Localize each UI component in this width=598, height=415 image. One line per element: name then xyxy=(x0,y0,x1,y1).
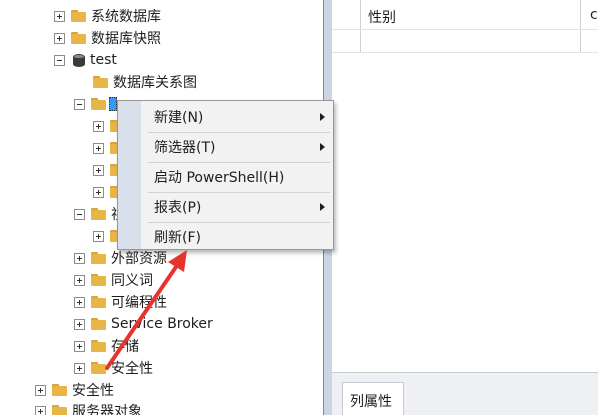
grid-divider xyxy=(332,52,598,53)
tree-node-label: 存储 xyxy=(111,339,139,355)
menu-item-label: 报表(P) xyxy=(154,200,202,216)
tree-node-label: Service Broker xyxy=(111,316,213,332)
expand-icon[interactable] xyxy=(93,186,104,198)
context-menu: 新建(N) 筛选器(T) 启动 PowerShell(H) 报表(P) 刷新(F… xyxy=(117,100,334,250)
tree-node-db-security[interactable]: 安全性 xyxy=(74,357,153,379)
expand-icon[interactable] xyxy=(74,318,85,330)
tree-node-database-diagrams[interactable]: 数据库关系图 xyxy=(87,71,197,93)
expand-icon[interactable] xyxy=(74,362,85,374)
grid-cell-data-type[interactable]: c xyxy=(590,7,598,23)
tree-node-label: 可编程性 xyxy=(111,295,167,311)
menu-item-label: 新建(N) xyxy=(154,110,204,126)
grid-divider xyxy=(332,29,598,30)
tree-node-label: 安全性 xyxy=(72,383,114,399)
collapse-icon[interactable] xyxy=(54,54,65,66)
submenu-arrow-icon xyxy=(320,143,325,151)
tree-node-server-objects[interactable]: 服务器对象 xyxy=(35,400,142,415)
menu-item-label: 启动 PowerShell(H) xyxy=(154,170,285,186)
folder-icon xyxy=(93,76,108,88)
tree-node-test-database[interactable]: test xyxy=(54,49,117,71)
tree-node-label: 数据库快照 xyxy=(91,31,161,47)
tree-node-label: 安全性 xyxy=(111,361,153,377)
menu-item-start-powershell[interactable]: 启动 PowerShell(H) xyxy=(142,163,333,191)
tree-node-synonyms[interactable]: 同义词 xyxy=(74,269,153,291)
menu-item-label: 筛选器(T) xyxy=(154,140,216,156)
tree-node-service-broker[interactable]: Service Broker xyxy=(74,313,213,335)
expand-icon[interactable] xyxy=(74,252,85,264)
tree-node-security[interactable]: 安全性 xyxy=(35,379,114,401)
expand-icon[interactable] xyxy=(74,340,85,352)
folder-icon xyxy=(91,318,106,330)
menu-item-filter[interactable]: 筛选器(T) xyxy=(142,133,333,161)
folder-icon xyxy=(52,405,67,415)
folder-icon xyxy=(91,274,106,286)
tree-node-database-snapshots[interactable]: 数据库快照 xyxy=(54,27,161,49)
tree-node-label: 外部资源 xyxy=(111,251,167,267)
expand-icon[interactable] xyxy=(93,164,104,176)
column-properties-panel: 列属性 xyxy=(332,372,598,415)
folder-icon xyxy=(91,340,106,352)
menu-item-refresh[interactable]: 刷新(F) xyxy=(142,223,333,251)
folder-icon xyxy=(91,208,106,220)
tree-node-label: test xyxy=(90,52,117,68)
expand-icon[interactable] xyxy=(35,384,46,396)
column-grid: 性别 c xyxy=(332,0,598,372)
folder-icon xyxy=(71,10,86,22)
expand-icon[interactable] xyxy=(74,296,85,308)
grid-divider xyxy=(580,0,581,52)
expand-icon[interactable] xyxy=(74,274,85,286)
tree-node-label: 服务器对象 xyxy=(72,404,142,415)
expand-icon[interactable] xyxy=(35,405,46,415)
expand-icon[interactable] xyxy=(93,120,104,132)
tree-node-programmability[interactable]: 可编程性 xyxy=(74,291,167,313)
submenu-arrow-icon xyxy=(320,113,325,121)
tree-node-label: 同义词 xyxy=(111,273,153,289)
expand-icon[interactable] xyxy=(93,142,104,154)
tree-node-label: 系统数据库 xyxy=(91,9,161,25)
tree-node-system-databases[interactable]: 系统数据库 xyxy=(54,5,161,27)
grid-cell-column-name[interactable]: 性别 xyxy=(368,7,396,27)
folder-icon xyxy=(52,384,67,396)
folder-icon xyxy=(71,32,86,44)
menu-icon-gutter xyxy=(118,101,141,249)
grid-divider xyxy=(360,0,361,52)
collapse-icon[interactable] xyxy=(74,98,85,110)
tree-node-label-selected[interactable] xyxy=(109,97,117,111)
menu-item-reports[interactable]: 报表(P) xyxy=(142,193,333,221)
folder-icon xyxy=(91,296,106,308)
tab-column-properties[interactable]: 列属性 xyxy=(342,382,404,415)
menu-item-new[interactable]: 新建(N) xyxy=(142,103,333,131)
folder-icon xyxy=(91,252,106,264)
submenu-arrow-icon xyxy=(320,203,325,211)
folder-icon xyxy=(91,362,106,374)
expand-icon[interactable] xyxy=(54,32,65,44)
tree-node-tables[interactable] xyxy=(74,93,117,115)
expand-icon[interactable] xyxy=(54,10,65,22)
tree-node-storage[interactable]: 存储 xyxy=(74,335,139,357)
menu-item-label: 刷新(F) xyxy=(154,230,201,246)
tree-node-label: 数据库关系图 xyxy=(113,75,197,91)
collapse-icon[interactable] xyxy=(74,208,85,220)
database-icon xyxy=(73,53,85,68)
expand-icon[interactable] xyxy=(93,230,104,242)
folder-icon xyxy=(91,98,106,110)
